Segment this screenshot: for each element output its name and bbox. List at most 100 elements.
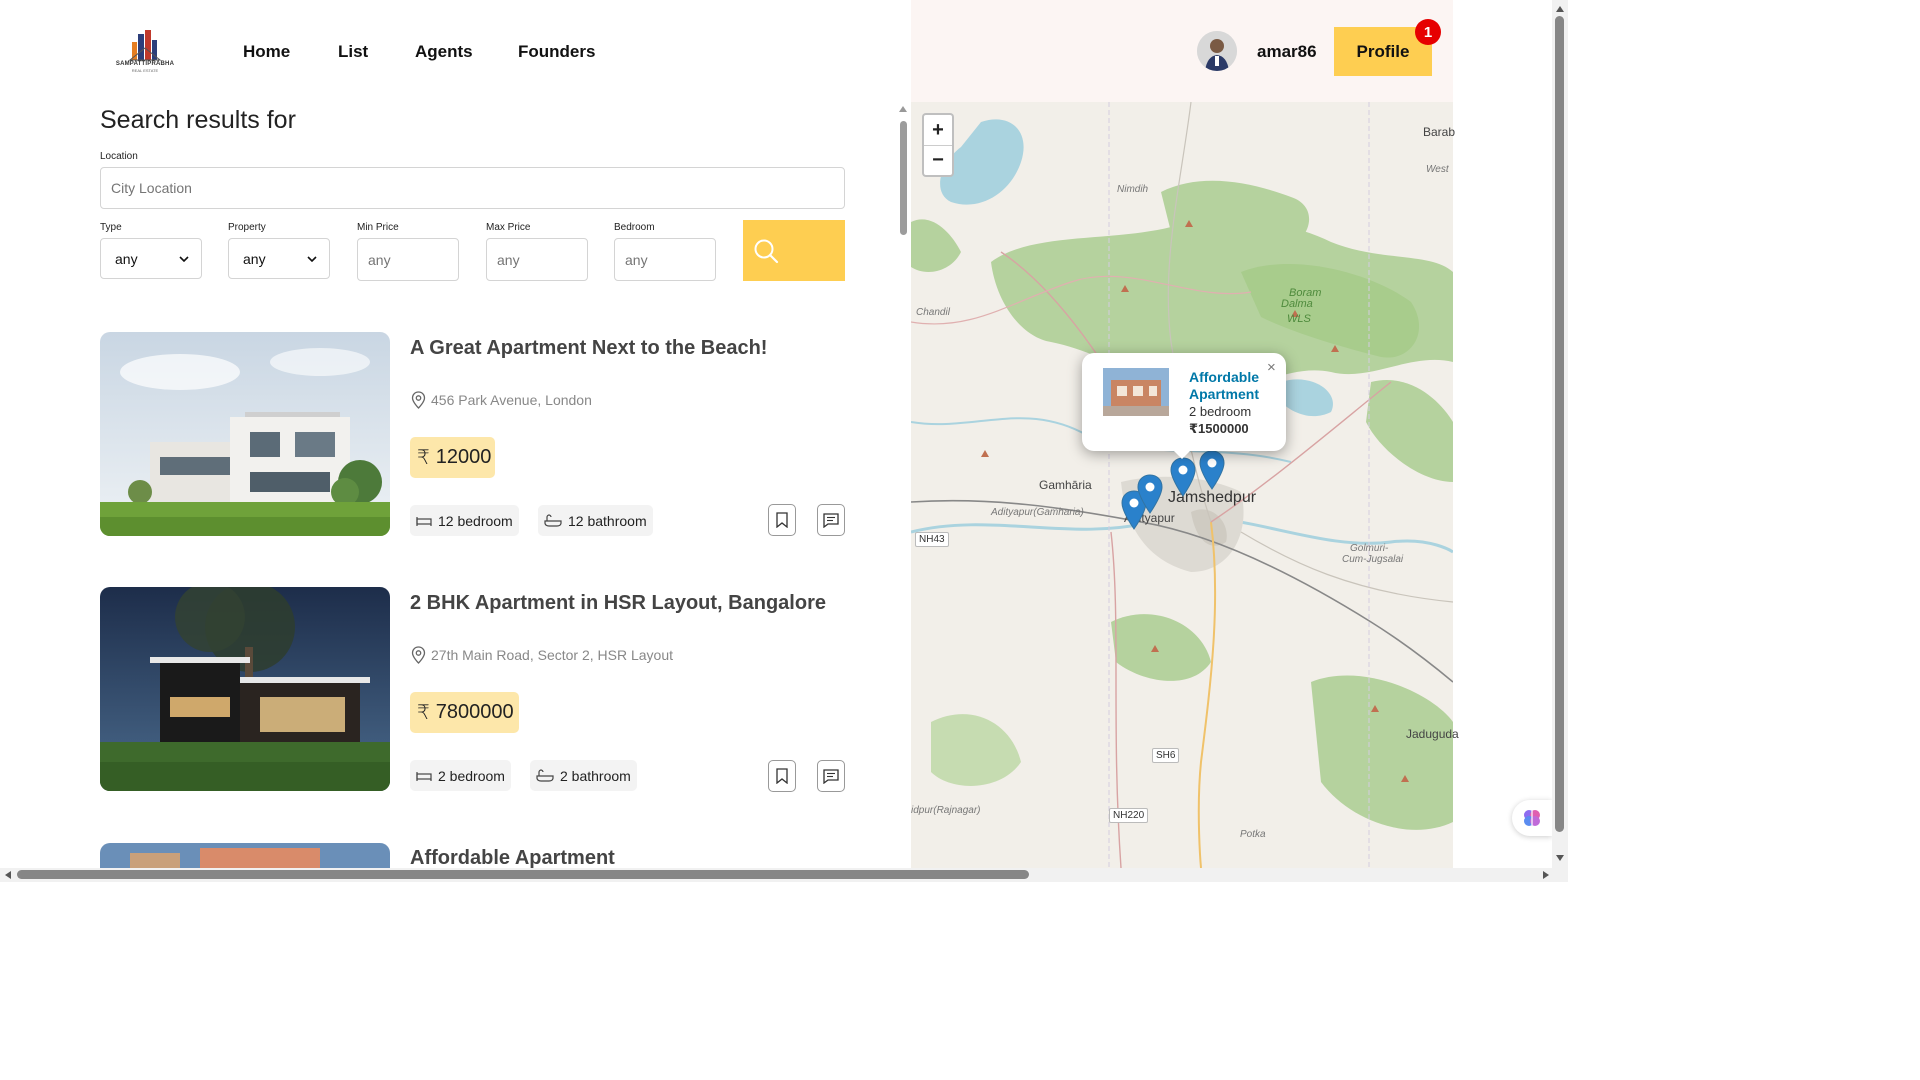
listing-image[interactable] [100,843,390,868]
list-scrollbar[interactable] [900,121,907,235]
bedroom-count: 2 bedroom [438,767,505,784]
horizontal-scroll-thumb[interactable] [17,870,1029,879]
zoom-in-button[interactable]: + [924,115,952,145]
bathroom-count: 12 bathroom [568,512,647,529]
listing-address-text: 456 Park Avenue, London [431,392,592,408]
max-price-label: Max Price [486,222,531,233]
brand-name: SAMPATTIPRABHA [115,61,175,67]
map-label-gamharia: Gamhāria [1039,478,1092,492]
listing-title[interactable]: 2 BHK Apartment in HSR Layout, Bangalore [410,592,826,615]
map-marker-icon[interactable] [1170,457,1196,497]
map-label-jaduguda: Jaduguda [1406,727,1459,741]
map-label-adityapur-gamharia: Adityapur(Gamharia) [991,507,1084,518]
currency-symbol: ₹ [417,447,430,469]
nav-founders[interactable]: Founders [518,42,595,62]
scroll-left-arrow[interactable] [5,871,11,879]
listing-title[interactable]: A Great Apartment Next to the Beach! [410,337,767,360]
listing-price-value: 7800000 [435,701,514,723]
listing-image[interactable] [100,587,390,791]
map-label-potka: Potka [1240,829,1266,840]
bookmark-icon [776,512,788,528]
save-button[interactable] [768,760,796,792]
map-marker-icon[interactable] [1199,450,1225,490]
bath-icon [544,513,562,527]
vertical-scroll-thumb[interactable] [1555,16,1564,832]
listing-address: 27th Main Road, Sector 2, HSR Layout [411,646,673,664]
max-price-input[interactable] [486,238,588,281]
map-label-wls: WLS [1287,313,1311,325]
bedroom-chip: 12 bedroom [410,505,519,536]
map-label-dalma: Dalma [1281,298,1313,310]
brand-tagline: REAL ESTATE [131,68,159,73]
type-label: Type [100,222,122,233]
listing-image[interactable] [100,332,390,536]
map-label-golmuri: Golmuri- [1350,543,1389,554]
chevron-down-icon [179,255,189,262]
min-price-label: Min Price [357,222,399,233]
bedroom-chip: 2 bedroom [410,760,511,791]
scroll-right-arrow[interactable] [1543,871,1549,879]
chat-button[interactable] [817,760,845,792]
bedroom-count: 12 bedroom [438,512,513,529]
bedroom-input[interactable] [614,238,716,281]
road-shield-sh6: SH6 [1152,748,1180,763]
notification-badge: 1 [1415,19,1441,45]
search-button[interactable] [743,220,845,281]
scroll-down-arrow[interactable] [1556,855,1564,861]
map-label-rajnagar: idpur(Rajnagar) [911,805,981,816]
location-input[interactable] [100,167,845,209]
listing-price-value: 12000 [435,446,492,468]
popup-bedrooms: 2 bedroom [1189,404,1252,419]
map-label-chandil: Chandil [916,307,950,318]
map-label-cum-jugsalai: Cum-Jugsalai [1342,554,1404,565]
popup-image[interactable] [1103,368,1169,416]
search-icon [754,239,779,263]
bed-icon [416,771,432,781]
listing-address-text: 27th Main Road, Sector 2, HSR Layout [431,647,674,663]
type-select-value: any [115,250,138,267]
save-button[interactable] [768,504,796,536]
page-title: Search results for [100,106,296,134]
scroll-up-arrow[interactable] [1556,6,1564,12]
popup-title[interactable]: Affordable Apartment [1189,369,1279,403]
bathroom-chip: 12 bathroom [538,505,653,536]
nav-home[interactable]: Home [243,42,290,62]
property-select[interactable]: any [228,238,330,279]
road-shield-nh220: NH220 [1109,808,1149,823]
popup-tip [1172,449,1192,459]
bed-icon [416,516,432,526]
brain-icon [1524,810,1540,826]
chat-icon [823,768,839,784]
min-price-input[interactable] [357,238,459,281]
zoom-out-button[interactable]: − [924,145,952,175]
road-shield-nh43: NH43 [915,532,949,547]
nav-list[interactable]: List [338,42,368,62]
chat-button[interactable] [817,504,845,536]
map-pin-icon [411,391,426,409]
list-scroll-up-arrow[interactable] [899,106,907,112]
map-pin-icon [411,646,426,664]
listing-price: ₹ 12000 [410,437,495,478]
listing-title[interactable]: Affordable Apartment [410,847,615,870]
bedroom-label: Bedroom [614,222,655,233]
map-label-nimdih: Nimdih [1117,184,1149,195]
currency-symbol: ₹ [417,702,430,724]
property-label: Property [228,222,266,233]
close-icon[interactable]: × [1267,359,1276,376]
chat-icon [823,512,839,528]
avatar[interactable] [1197,31,1237,71]
map-label-barab: Barab [1423,125,1456,139]
zoom-control: + − [922,113,954,177]
bathroom-count: 2 bathroom [560,767,631,784]
location-label: Location [100,151,138,162]
map-label-west: West [1426,164,1449,175]
bathroom-chip: 2 bathroom [530,760,637,791]
map-marker-icon[interactable] [1137,474,1163,514]
nav-agents[interactable]: Agents [415,42,473,62]
assistant-button[interactable] [1512,800,1552,836]
property-select-value: any [243,250,266,267]
bookmark-icon [776,768,788,784]
chevron-down-icon [307,255,317,262]
type-select[interactable]: any [100,238,202,279]
bath-icon [536,768,554,782]
